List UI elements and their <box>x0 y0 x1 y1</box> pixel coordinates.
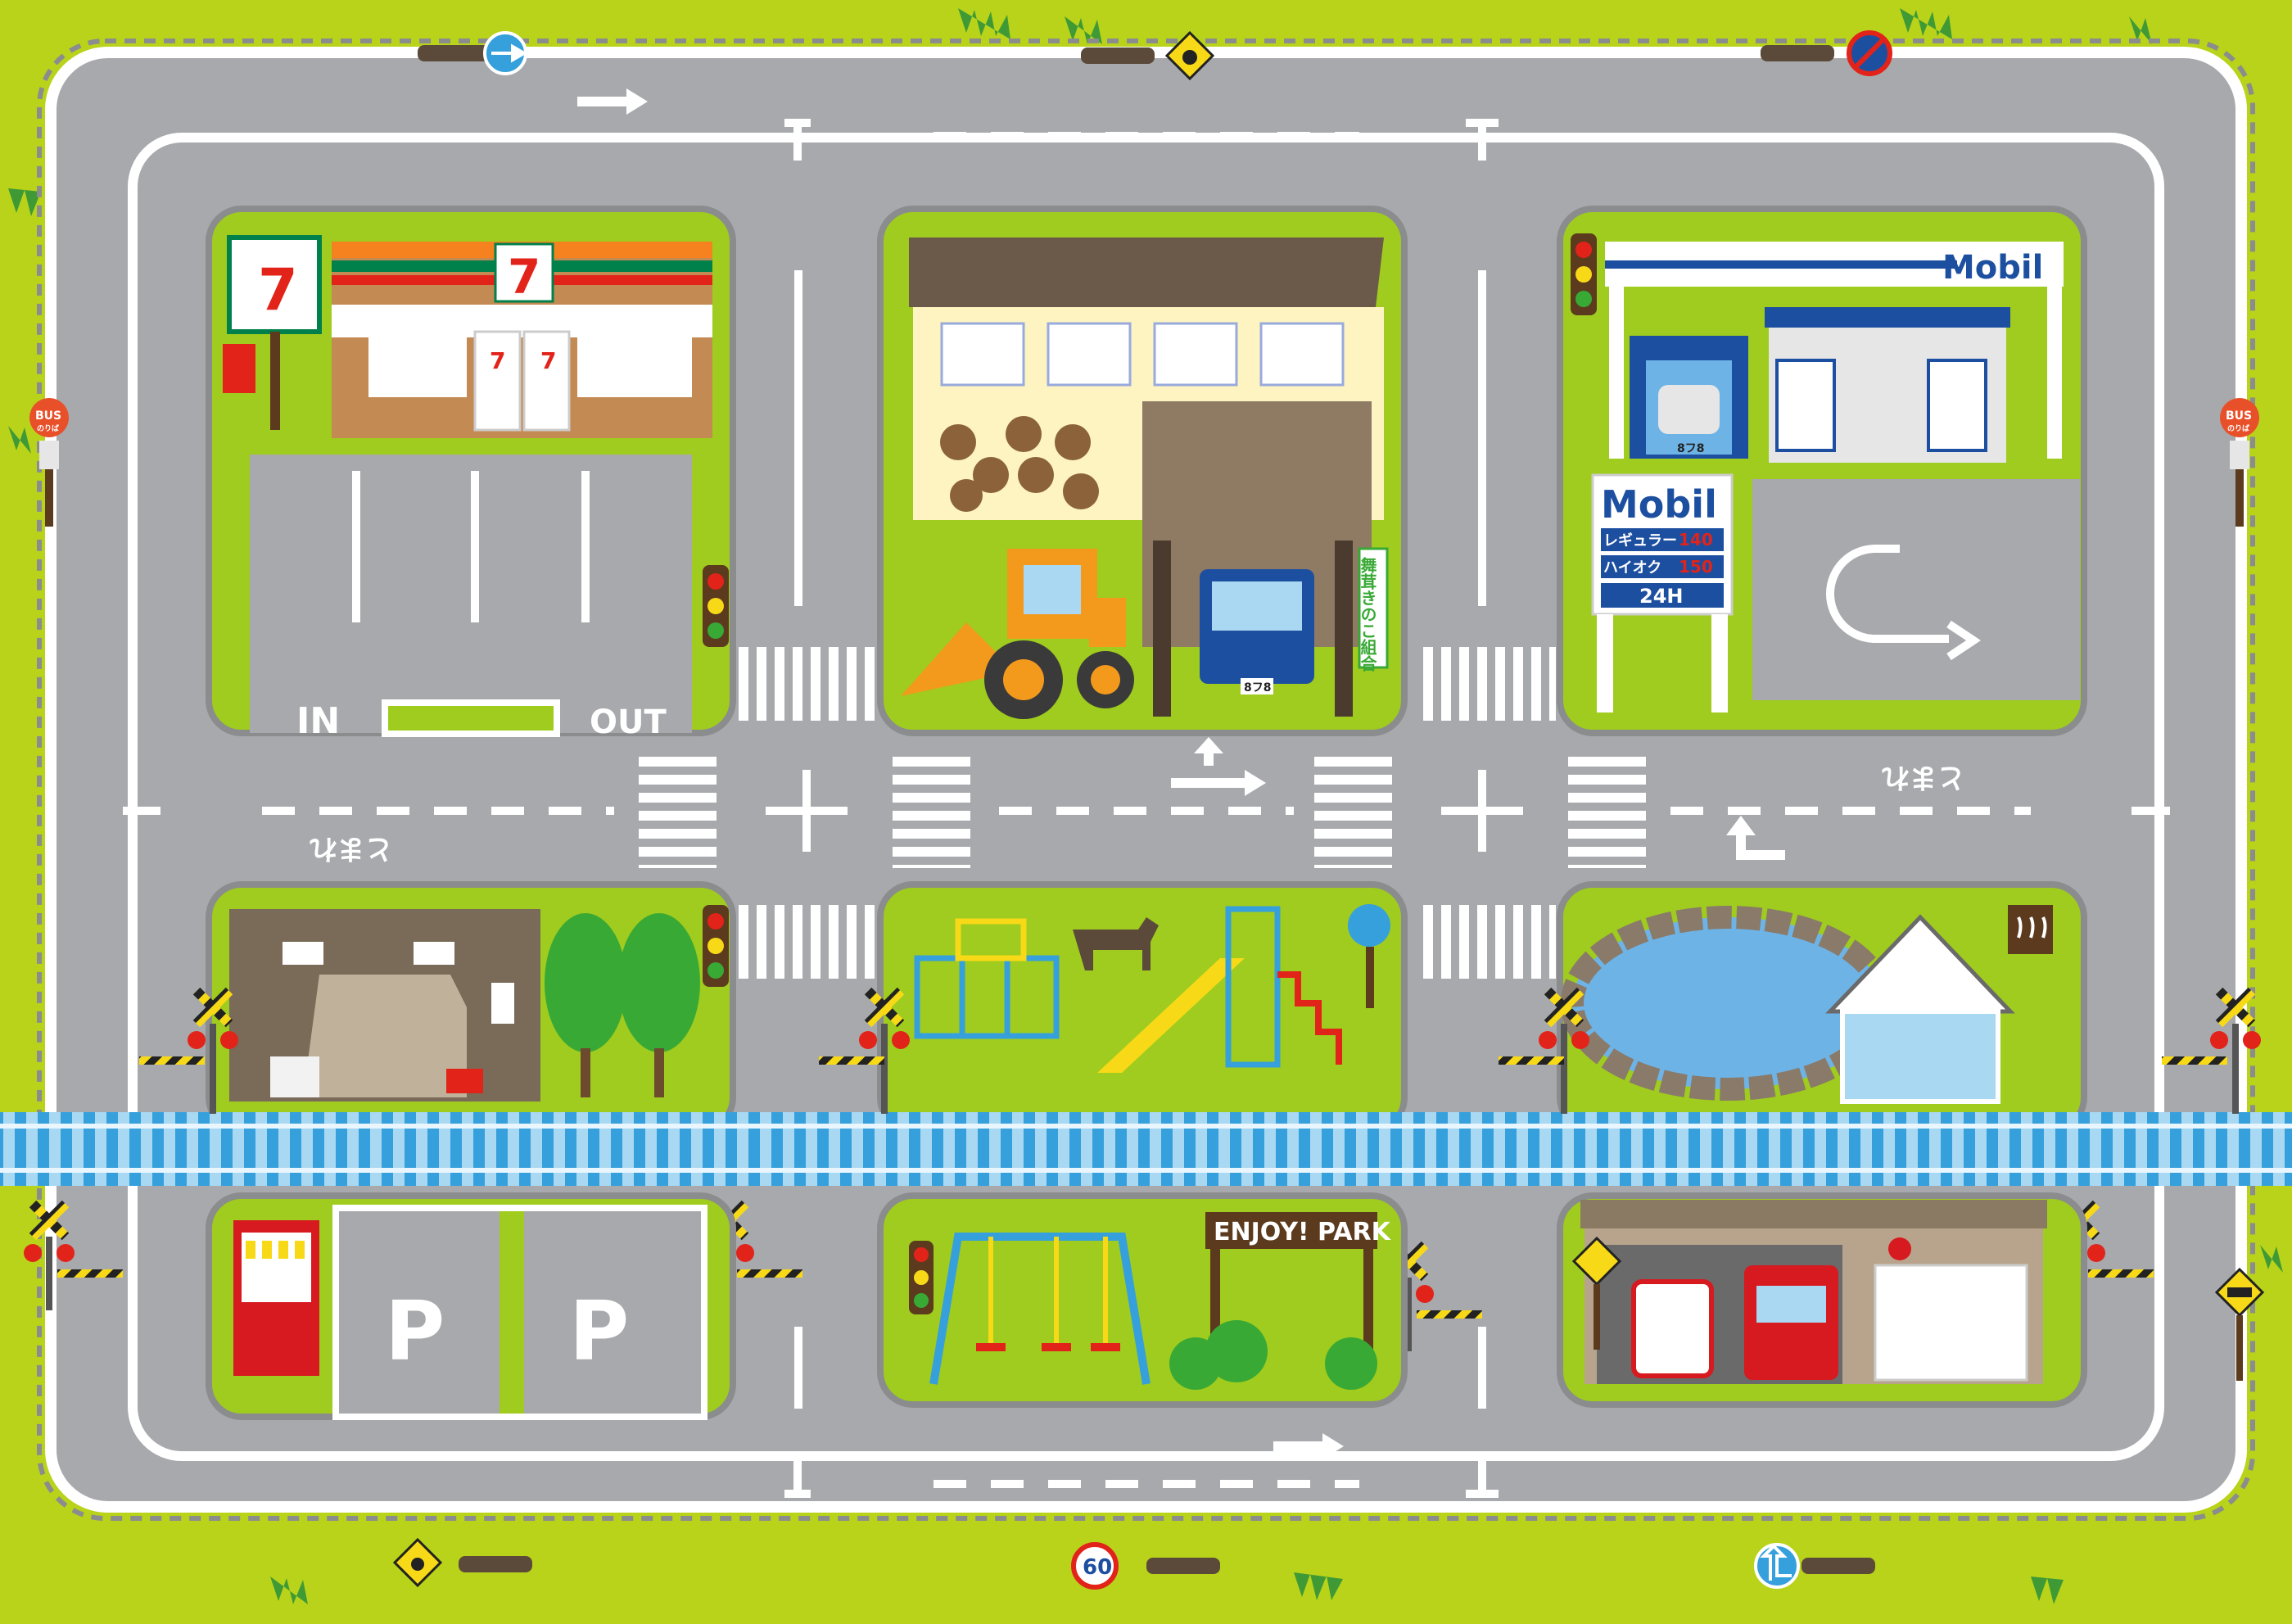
bus-stop-right-sub: のりば <box>2227 423 2249 433</box>
price-label-premium: ハイオク <box>1603 559 1661 577</box>
post-box <box>223 344 255 393</box>
block-park: ENJOY! PARK <box>877 1192 1408 1408</box>
one-way-sign <box>483 31 528 75</box>
store-sign-logo: 7 <box>508 249 540 305</box>
parking-out-label: OUT <box>590 703 667 741</box>
park-sign: ENJOY! PARK <box>1214 1218 1392 1246</box>
bus-stop-right-label: BUS <box>2226 409 2252 423</box>
car-plate: 8フ8 <box>1677 442 1704 455</box>
pedestrian-sign <box>1348 904 1390 947</box>
block-hot-spring <box>1557 881 2087 1133</box>
price-premium: 150 <box>1679 557 1713 577</box>
parking-in-label: IN <box>296 700 340 742</box>
direction-sign <box>1754 1543 1800 1589</box>
railway <box>0 1112 2292 1186</box>
hours-label: 24H <box>1639 585 1683 608</box>
block-gas-station: Mobil 8フ8 Mobil レギュラー 140 ハイオク 150 24H <box>1557 206 2087 736</box>
store-window-logo-b: 7 <box>540 347 556 374</box>
block-playground <box>877 881 1408 1133</box>
speed-limit-sign: 60 <box>1071 1542 1119 1590</box>
pole-brand: Mobil <box>1601 482 1717 527</box>
bus-stop-left-sub: のりば <box>37 423 59 433</box>
store-window-logo-a: 7 <box>490 347 505 374</box>
block-fire-station <box>1557 1192 2087 1408</box>
block-apartment <box>206 881 736 1133</box>
bus-stop-left-label: BUS <box>35 409 61 423</box>
block-parking-lot: P P <box>206 1192 736 1420</box>
truck-plate: 8フ8 <box>1244 681 1271 694</box>
ambulance <box>1631 1279 1714 1378</box>
parking-p1: P <box>385 1283 445 1379</box>
road-text-tomare-right: とまれ <box>1882 761 1965 794</box>
store-pole-logo: 7 <box>258 256 298 323</box>
canopy-brand: Mobil <box>1942 249 2043 287</box>
parking-p2: P <box>569 1283 629 1379</box>
no-parking-sign <box>1847 30 1892 76</box>
speed-limit-value: 60 <box>1083 1555 1112 1580</box>
price-label-regular: レギュラー <box>1603 532 1677 550</box>
city-playmat: とまれ とまれ IN OUT 7 7 7 7 8フ8 舞茸きのこ組合 Mobil… <box>0 0 2292 1624</box>
price-regular: 140 <box>1679 530 1713 550</box>
fuel-pump-1 <box>1775 359 1836 452</box>
block-mushroom-farm: 8フ8 舞茸きのこ組合 <box>877 206 1408 736</box>
onsen-building <box>1840 1009 2000 1104</box>
block-convenience-store: IN OUT 7 7 7 7 <box>206 206 736 742</box>
road-text-tomare-left: とまれ <box>310 832 393 865</box>
farm-vertical-sign: 舞茸きのこ組合 <box>1358 556 1377 672</box>
fuel-pump-2 <box>1927 359 1987 452</box>
